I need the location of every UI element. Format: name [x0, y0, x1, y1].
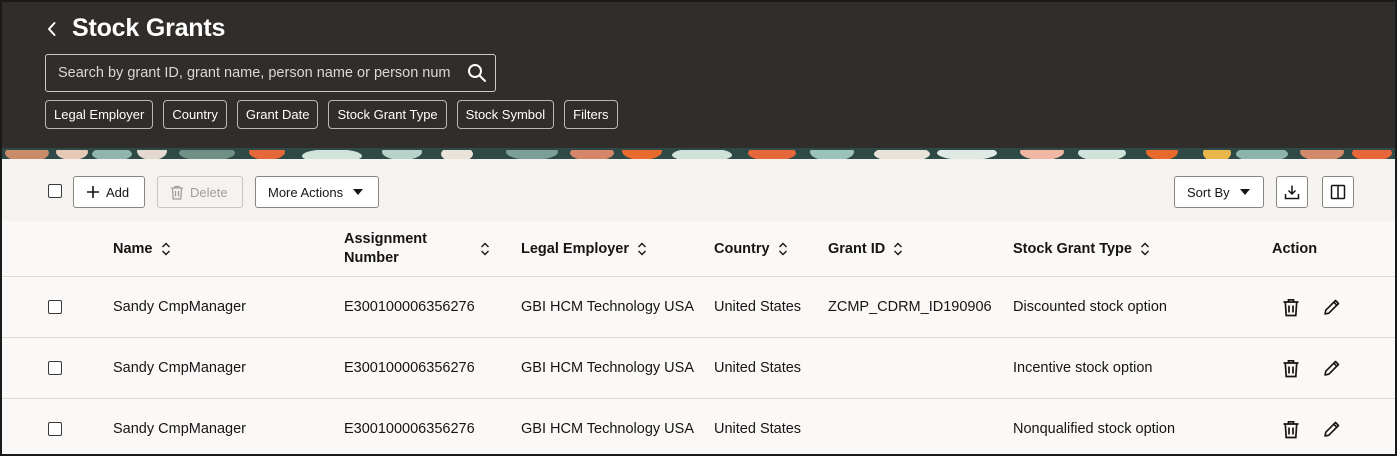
row-checkbox[interactable]	[48, 300, 62, 314]
row-checkbox-cell	[48, 399, 62, 454]
cell-country: United States	[714, 360, 802, 376]
row-edit-button[interactable]	[1323, 399, 1341, 454]
trash-icon	[171, 185, 183, 200]
select-all-checkbox[interactable]	[48, 184, 62, 198]
app-window: Stock Grants Legal Employer Country Gran…	[0, 0, 1397, 456]
cell-name: Sandy CmpManager	[113, 360, 246, 376]
filter-chip-stock-symbol[interactable]: Stock Symbol	[456, 100, 555, 129]
page-header: Stock Grants Legal Employer Country Gran…	[2, 2, 1395, 148]
decorative-banner	[2, 148, 1395, 159]
columns-icon	[1330, 184, 1346, 200]
cell-country: United States	[714, 421, 802, 437]
search-box	[45, 54, 496, 92]
cell-assignment-number: E300100006356276	[344, 299, 475, 315]
sort-icon	[480, 242, 490, 256]
page-title: Stock Grants	[72, 14, 226, 42]
cell-stock-grant-type: Discounted stock option	[1013, 299, 1167, 315]
table-row: Sandy CmpManager E300100006356276 GBI HC…	[2, 338, 1395, 399]
table-toolbar: Add Delete More Actions Sort By	[2, 159, 1395, 221]
filter-chip-country[interactable]: Country	[163, 100, 227, 129]
sort-icon	[637, 242, 647, 256]
pencil-icon	[1324, 421, 1340, 437]
back-button[interactable]	[40, 16, 64, 42]
sort-by-button[interactable]: Sort By	[1174, 176, 1264, 208]
add-button[interactable]: Add	[73, 176, 145, 208]
filter-chip-grant-date[interactable]: Grant Date	[236, 100, 319, 129]
trash-icon	[1283, 420, 1299, 438]
sort-by-label: Sort By	[1187, 184, 1230, 200]
cell-name: Sandy CmpManager	[113, 421, 246, 437]
cell-legal-employer: GBI HCM Technology USA	[521, 421, 694, 437]
download-icon	[1284, 185, 1300, 200]
sort-icon	[778, 242, 788, 256]
row-checkbox[interactable]	[48, 361, 62, 375]
column-header-country[interactable]: Country	[714, 221, 788, 277]
column-header-stock-grant-type[interactable]: Stock Grant Type	[1013, 221, 1150, 277]
column-header-action: Action	[1272, 240, 1318, 257]
caret-down-icon	[1239, 189, 1250, 195]
row-edit-button[interactable]	[1323, 277, 1341, 337]
cell-assignment-number: E300100006356276	[344, 421, 475, 437]
delete-button[interactable]: Delete	[157, 176, 243, 208]
column-header-assignment-number[interactable]: Assignment Number	[344, 221, 494, 277]
sort-icon	[1140, 242, 1150, 256]
columns-button[interactable]	[1322, 176, 1354, 208]
row-checkbox[interactable]	[48, 422, 62, 436]
cell-grant-id: ZCMP_CDRM_ID190906	[828, 299, 992, 315]
filter-chip-stock-grant-type[interactable]: Stock Grant Type	[328, 100, 447, 129]
cell-country: United States	[714, 299, 802, 315]
caret-down-icon	[353, 189, 364, 195]
pencil-icon	[1324, 360, 1340, 376]
search-icon[interactable]	[459, 55, 495, 91]
cell-legal-employer: GBI HCM Technology USA	[521, 360, 694, 376]
table-row: Sandy CmpManager E300100006356276 GBI HC…	[2, 277, 1395, 338]
cell-name: Sandy CmpManager	[113, 299, 246, 315]
cell-legal-employer: GBI HCM Technology USA	[521, 299, 694, 315]
filter-chip-legal-employer[interactable]: Legal Employer	[45, 100, 154, 129]
trash-icon	[1283, 298, 1299, 316]
column-header-grant-id[interactable]: Grant ID	[828, 221, 903, 277]
table-row: Sandy CmpManager E300100006356276 GBI HC…	[2, 399, 1395, 454]
sort-icon	[893, 242, 903, 256]
search-input[interactable]	[46, 55, 459, 91]
row-edit-button[interactable]	[1323, 338, 1341, 398]
sort-icon	[161, 242, 171, 256]
add-button-label: Add	[106, 184, 130, 200]
more-actions-label: More Actions	[268, 184, 344, 200]
column-header-name[interactable]: Name	[113, 221, 171, 277]
pencil-icon	[1324, 299, 1340, 315]
delete-button-label: Delete	[190, 184, 228, 200]
plus-icon	[87, 186, 99, 198]
more-actions-button[interactable]: More Actions	[255, 176, 379, 208]
download-button[interactable]	[1276, 176, 1308, 208]
cell-stock-grant-type: Nonqualified stock option	[1013, 421, 1176, 437]
cell-stock-grant-type: Incentive stock option	[1013, 360, 1153, 376]
trash-icon	[1283, 359, 1299, 377]
row-checkbox-cell	[48, 338, 62, 398]
row-delete-button[interactable]	[1282, 399, 1300, 454]
cell-assignment-number: E300100006356276	[344, 360, 475, 376]
row-delete-button[interactable]	[1282, 338, 1300, 398]
row-checkbox-cell	[48, 277, 62, 337]
filter-chips: Legal Employer Country Grant Date Stock …	[45, 100, 618, 129]
chevron-left-icon	[48, 22, 56, 36]
row-delete-button[interactable]	[1282, 277, 1300, 337]
filter-chip-filters[interactable]: Filters	[564, 100, 618, 129]
table-header: Name Assignment Number Legal Employer Co…	[2, 221, 1395, 277]
stock-grants-table: Name Assignment Number Legal Employer Co…	[2, 221, 1395, 454]
column-header-legal-employer[interactable]: Legal Employer	[521, 221, 647, 277]
